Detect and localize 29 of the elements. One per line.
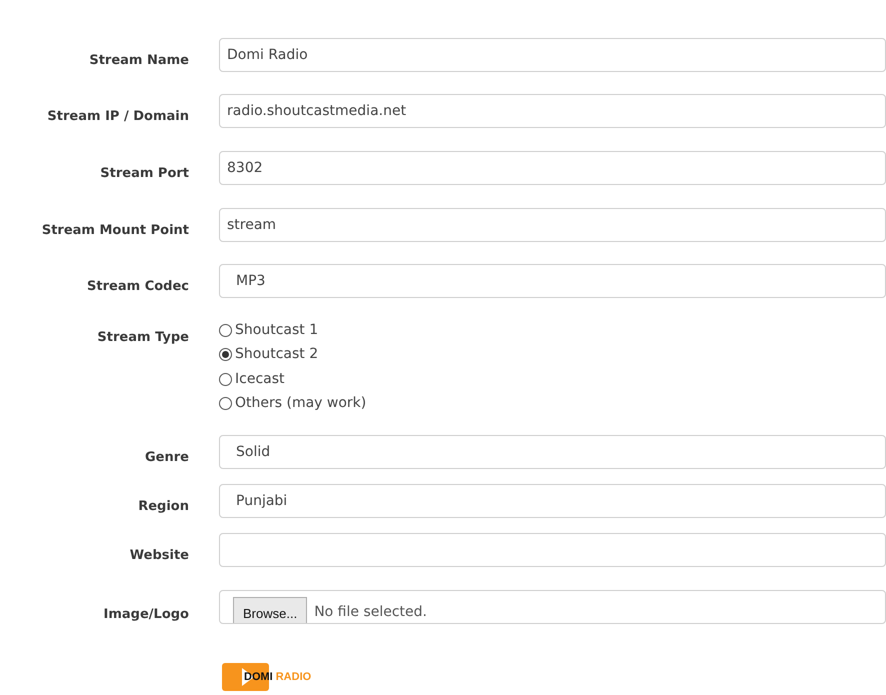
text-field[interactable]: Domi Radio bbox=[219, 38, 886, 72]
field-label: Stream IP / Domain bbox=[47, 109, 189, 124]
radio-label: Others (may work) bbox=[235, 394, 366, 414]
field-label: Stream Name bbox=[89, 53, 189, 68]
select-field[interactable]: MP3 bbox=[219, 264, 886, 298]
radio-button[interactable] bbox=[219, 372, 232, 386]
text-field[interactable] bbox=[219, 533, 886, 567]
field-label: Stream Codec bbox=[87, 279, 189, 294]
field-label: Region bbox=[138, 499, 189, 514]
select-field[interactable]: Solid bbox=[219, 435, 886, 469]
file-field[interactable]: Browse... No file selected. bbox=[219, 590, 886, 624]
text-field[interactable]: stream bbox=[219, 208, 886, 242]
field-label: Website bbox=[130, 548, 189, 563]
radio-button[interactable] bbox=[219, 324, 232, 337]
text-field[interactable]: radio.shoutcastmedia.net bbox=[219, 94, 886, 128]
radio-button[interactable] bbox=[219, 348, 232, 362]
field-label: Genre bbox=[145, 450, 189, 465]
field-label: Stream Mount Point bbox=[42, 223, 189, 238]
text-field[interactable]: 8302 bbox=[219, 151, 886, 185]
radio-button[interactable] bbox=[219, 397, 232, 410]
file-status: No file selected. bbox=[314, 603, 427, 622]
browse-button[interactable]: Browse... bbox=[233, 597, 308, 623]
field-label: Stream Port bbox=[100, 166, 189, 181]
radio-label: Shoutcast 2 bbox=[235, 345, 318, 364]
select-field[interactable]: Punjabi bbox=[219, 484, 886, 518]
radio-label: Icecast bbox=[235, 370, 284, 389]
field-label: Image/Logo bbox=[104, 607, 189, 622]
radio-label: Shoutcast 1 bbox=[235, 320, 318, 340]
field-label: Stream Type bbox=[97, 330, 189, 345]
